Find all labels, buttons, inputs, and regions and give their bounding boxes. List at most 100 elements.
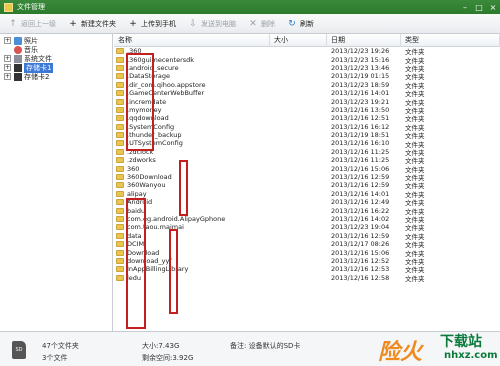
column-header-type[interactable]: 类型 bbox=[401, 34, 500, 47]
file-name: .thunder_backup bbox=[127, 131, 182, 140]
file-date-cell: 2013/12/23 19:26 bbox=[331, 47, 390, 56]
table-row[interactable]: data 2013/12/16 12:59 文件夹 bbox=[114, 232, 500, 240]
file-name: .qqdownload bbox=[127, 114, 169, 123]
expand-icon[interactable]: + bbox=[4, 64, 11, 71]
file-name-cell: Download bbox=[114, 248, 270, 257]
file-name-cell: 360Download bbox=[114, 173, 270, 181]
folder-icon bbox=[116, 199, 124, 206]
table-row[interactable]: .thunder_backup 2013/12/19 18:51 文件夹 bbox=[114, 131, 500, 139]
file-type-cell: 文件夹 bbox=[405, 165, 425, 173]
file-size-cell bbox=[270, 274, 327, 282]
file-name: .zdworks bbox=[127, 156, 156, 165]
file-size-cell bbox=[270, 114, 327, 122]
file-size-cell bbox=[270, 173, 327, 181]
back-button[interactable]: ↑ 返回上一级 bbox=[8, 16, 56, 32]
table-row[interactable]: DCIM 2013/12/17 08:26 文件夹 bbox=[114, 240, 500, 248]
table-row[interactable]: .360 2013/12/23 19:26 文件夹 bbox=[114, 47, 500, 55]
delete-button[interactable]: ✕ 删除 bbox=[248, 16, 275, 32]
file-name: .DataStorage bbox=[127, 72, 171, 81]
table-row[interactable]: .qqdownload 2013/12/16 12:51 文件夹 bbox=[114, 114, 500, 123]
file-name: .360 bbox=[127, 47, 142, 56]
table-row[interactable]: com.taou.maimai 2013/12/23 19:04 文件夹 bbox=[114, 223, 500, 232]
tree-item-storage-card-1[interactable]: + 存储卡1 bbox=[0, 62, 112, 73]
table-row[interactable]: download_yyf 2013/12/16 12:52 文件夹 bbox=[114, 257, 500, 265]
total-size: 大小:7.43G bbox=[142, 342, 180, 350]
table-row[interactable]: alipay 2013/12/16 14:01 文件夹 bbox=[114, 190, 500, 198]
file-name-cell: com.eg.android.AlipayGphone bbox=[114, 215, 270, 223]
tree-item-photos[interactable]: + 照片 bbox=[0, 36, 112, 45]
sd-card-icon bbox=[14, 63, 22, 72]
table-row[interactable]: .zdworks 2013/12/16 11:25 文件夹 bbox=[114, 156, 500, 164]
table-row[interactable]: ledu 2013/12/16 12:58 文件夹 bbox=[114, 274, 500, 282]
file-name-cell: .incremdate bbox=[114, 97, 270, 106]
table-row[interactable]: Android 2013/12/16 12:49 文件夹 bbox=[114, 198, 500, 206]
folder-icon bbox=[116, 64, 124, 71]
folder-icon bbox=[116, 140, 124, 147]
table-row[interactable]: 360Wanyou 2013/12/16 12:59 文件夹 bbox=[114, 181, 500, 190]
table-row[interactable]: .android_secure 2013/12/23 13:46 文件夹 bbox=[114, 64, 500, 72]
table-row[interactable]: InAppBillingLibrary 2013/12/16 12:53 文件夹 bbox=[114, 265, 500, 274]
table-row[interactable]: 360 2013/12/16 15:06 文件夹 bbox=[114, 164, 500, 173]
table-row[interactable]: .zdclock 2013/12/16 11:25 文件夹 bbox=[114, 148, 500, 156]
tree-item-system-files[interactable]: + 系统文件 bbox=[0, 54, 112, 63]
file-date-cell: 2013/12/16 12:53 bbox=[331, 265, 390, 274]
upload-button[interactable]: + 上传到手机 bbox=[128, 16, 176, 32]
folder-icon bbox=[116, 182, 124, 189]
table-row[interactable]: .DataStorage 2013/12/19 01:15 文件夹 bbox=[114, 72, 500, 81]
file-size-cell bbox=[270, 232, 327, 240]
maximize-button[interactable]: □ bbox=[472, 1, 486, 13]
music-icon bbox=[14, 45, 22, 54]
send-to-pc-button[interactable]: ⇩ 发送到电脑 bbox=[188, 16, 236, 32]
table-row[interactable]: .SystemConfig 2013/12/16 16:12 文件夹 bbox=[114, 123, 500, 131]
table-row[interactable]: Download 2013/12/16 15:06 文件夹 bbox=[114, 248, 500, 257]
tree-item-storage-card-2[interactable]: + 存储卡2 bbox=[0, 72, 112, 81]
file-name: ledu bbox=[127, 273, 142, 282]
file-date-cell: 2013/12/16 12:52 bbox=[331, 256, 390, 265]
file-date-cell: 2013/12/16 11:25 bbox=[331, 147, 390, 156]
table-row[interactable]: .360guimecentersdk 2013/12/23 15:16 文件夹 bbox=[114, 55, 500, 64]
minimize-button[interactable]: – bbox=[458, 1, 472, 13]
column-header-size[interactable]: 大小 bbox=[270, 34, 327, 47]
file-type-cell: 文件夹 bbox=[405, 140, 425, 148]
watermark-logo: 险火 bbox=[378, 339, 423, 365]
file-type-cell: 文件夹 bbox=[405, 115, 425, 123]
close-button[interactable]: × bbox=[486, 1, 500, 13]
folder-icon bbox=[14, 54, 22, 63]
file-size-cell bbox=[270, 223, 327, 231]
app-icon bbox=[4, 2, 13, 12]
column-header-name[interactable]: 名称 bbox=[114, 34, 270, 47]
table-row[interactable]: .dir_com.qihoo.appstore 2013/12/23 18:59 文… bbox=[114, 81, 500, 89]
table-row[interactable]: .mymoney 2013/12/16 13:50 文件夹 bbox=[114, 106, 500, 114]
refresh-button[interactable]: ↻ 刷新 bbox=[287, 16, 314, 32]
file-size-cell bbox=[270, 131, 327, 139]
expand-icon[interactable]: + bbox=[4, 37, 11, 44]
file-name: .GameCenterWebBuffer bbox=[127, 89, 205, 98]
file-name-cell: Android bbox=[114, 198, 270, 206]
tree-item-music[interactable]: 音乐 bbox=[0, 45, 112, 54]
new-folder-button[interactable]: + 新建文件夹 bbox=[68, 16, 116, 32]
file-name: .dir_com.qihoo.appstore bbox=[127, 80, 206, 89]
column-header-date[interactable]: 日期 bbox=[327, 34, 401, 47]
file-date-cell: 2013/12/16 12:49 bbox=[331, 198, 390, 207]
file-type-cell: 文件夹 bbox=[405, 123, 425, 131]
file-name-cell: DCIM bbox=[114, 240, 270, 248]
table-row[interactable]: 360Download 2013/12/16 12:59 文件夹 bbox=[114, 173, 500, 181]
file-date-cell: 2013/12/16 14:02 bbox=[331, 215, 390, 223]
file-name: com.taou.maimai bbox=[127, 223, 184, 232]
table-row[interactable]: .incremdate 2013/12/23 19:21 文件夹 bbox=[114, 97, 500, 106]
folder-icon bbox=[116, 174, 124, 181]
table-row[interactable]: .GameCenterWebBuffer 2013/12/16 14:01 文件夹 bbox=[114, 89, 500, 97]
folder-icon bbox=[116, 224, 124, 231]
table-row[interactable]: baidu 2013/12/16 16:22 文件夹 bbox=[114, 206, 500, 215]
file-name-cell: .thunder_backup bbox=[114, 131, 270, 139]
file-name-cell: .360 bbox=[114, 47, 270, 55]
file-type-cell: 文件夹 bbox=[405, 224, 425, 232]
table-row[interactable]: com.eg.android.AlipayGphone 2013/12/16 14… bbox=[114, 215, 500, 223]
file-name: data bbox=[127, 231, 142, 240]
file-name-cell: InAppBillingLibrary bbox=[114, 265, 270, 273]
expand-icon[interactable]: + bbox=[4, 73, 11, 80]
expand-icon[interactable]: + bbox=[4, 55, 11, 62]
file-name-cell: .qqdownload bbox=[114, 114, 270, 122]
file-name-cell: 360Wanyou bbox=[114, 181, 270, 189]
table-row[interactable]: .UTSystemConfig 2013/12/16 16:10 文件夹 bbox=[114, 139, 500, 148]
